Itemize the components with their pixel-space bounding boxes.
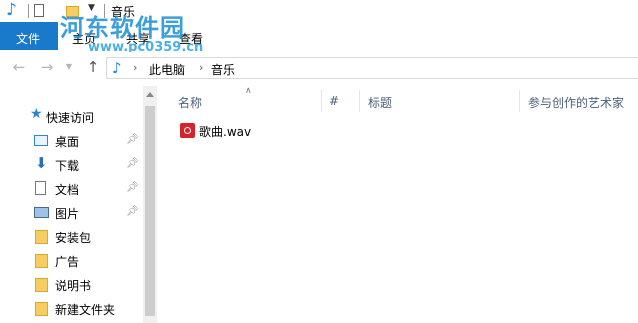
pictures-icon: [34, 207, 49, 218]
nav-item-pictures[interactable]: 图片 📌︎: [0, 202, 143, 224]
music-file-icon: [180, 123, 195, 138]
music-note-icon: ♪: [112, 59, 122, 77]
folder-icon: [35, 230, 48, 244]
nav-item-label: 新建文件夹: [55, 303, 116, 317]
nav-item-downloads[interactable]: ⬇ 下载 📌︎: [0, 154, 143, 176]
toolbar-divider: [28, 4, 29, 18]
nav-scrollbar[interactable]: [143, 86, 157, 323]
breadcrumb-this-pc[interactable]: 此电脑: [149, 61, 185, 78]
navigation-bar: ← → ▼ ↑ ♪ › 此电脑 › 音乐: [0, 52, 638, 86]
nav-item-folder-new[interactable]: 新建文件夹: [0, 298, 143, 320]
nav-item-label: 安装包: [55, 231, 92, 245]
column-header-title[interactable]: 标题: [368, 94, 392, 111]
tab-file[interactable]: 文件: [0, 22, 58, 50]
column-divider[interactable]: [321, 90, 322, 112]
folder-icon: [35, 302, 48, 316]
tab-file-label: 文件: [16, 32, 41, 46]
watermark-title: 河东软件园: [60, 14, 185, 42]
properties-icon[interactable]: [34, 4, 44, 17]
music-note-icon: ♪: [6, 0, 17, 20]
desktop-icon: [34, 135, 48, 146]
column-divider[interactable]: [519, 90, 520, 112]
nav-item-desktop[interactable]: 桌面 📌︎: [0, 130, 143, 152]
breadcrumb-music[interactable]: 音乐: [211, 61, 235, 78]
sort-ascending-icon: ∧: [245, 86, 252, 96]
nav-item-label: 桌面: [55, 135, 80, 149]
file-name: 歌曲.wav: [199, 125, 252, 139]
scroll-up-arrow-icon[interactable]: [146, 92, 154, 97]
nav-item-label: 文档: [55, 183, 80, 197]
pin-icon[interactable]: 📌︎: [126, 182, 139, 194]
nav-item-label: 图片: [55, 207, 80, 221]
document-icon: [35, 181, 46, 195]
pin-icon[interactable]: 📌︎: [126, 206, 139, 218]
download-icon: ⬇: [35, 154, 48, 172]
nav-item-folder-manual[interactable]: 说明书: [0, 274, 143, 296]
folder-icon: [35, 278, 48, 292]
nav-item-folder-install[interactable]: 安装包: [0, 226, 143, 248]
back-arrow-icon[interactable]: ←: [10, 58, 28, 76]
pin-icon[interactable]: 📌︎: [126, 134, 139, 146]
star-icon: ★: [30, 106, 43, 122]
address-bar[interactable]: ♪ › 此电脑 › 音乐: [106, 57, 638, 79]
column-header-name[interactable]: 名称: [178, 94, 202, 111]
nav-item-label: 说明书: [55, 279, 92, 293]
forward-arrow-icon[interactable]: →: [38, 58, 56, 76]
scroll-thumb[interactable]: [145, 106, 155, 316]
nav-item-label: 下载: [55, 159, 80, 173]
pin-icon[interactable]: 📌︎: [126, 158, 139, 170]
nav-item-label: 广告: [55, 255, 80, 269]
column-divider[interactable]: [359, 90, 360, 112]
file-list: ∧ 名称 # 标题 参与创作的艺术家 歌曲.wav: [157, 86, 638, 323]
nav-item-folder-ads[interactable]: 广告: [0, 250, 143, 272]
nav-quick-access-label: 快速访问: [46, 111, 95, 125]
column-header-artist[interactable]: 参与创作的艺术家: [528, 94, 624, 111]
chevron-right-icon[interactable]: ›: [133, 61, 137, 74]
nav-quick-access[interactable]: ★ 快速访问: [0, 106, 143, 128]
navigation-pane: ★ 快速访问 桌面 📌︎ ⬇ 下载 📌︎ 文档 📌︎ 图片 📌︎ 安装包 广告 …: [0, 86, 143, 323]
column-header-number[interactable]: #: [329, 94, 339, 108]
chevron-right-icon[interactable]: ›: [199, 61, 203, 74]
folder-icon: [35, 254, 48, 268]
nav-item-documents[interactable]: 文档 📌︎: [0, 178, 143, 200]
recent-locations-icon[interactable]: ▼: [60, 58, 78, 76]
up-arrow-icon[interactable]: ↑: [84, 58, 102, 76]
